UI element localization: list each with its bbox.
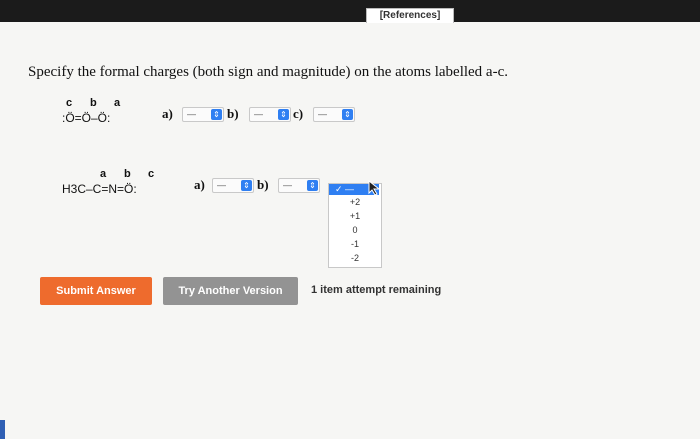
chevron-updown-icon: ⇕ xyxy=(211,109,222,120)
row2-select-a-value: — xyxy=(217,180,226,190)
row1-label-a: a) xyxy=(162,106,173,121)
chevron-updown-icon: ⇕ xyxy=(307,180,318,191)
chevron-updown-icon: ⇕ xyxy=(241,180,252,191)
question-text: Specify the formal charges (both sign an… xyxy=(28,64,508,80)
atom-label-c: c xyxy=(148,168,155,180)
dropdown-option[interactable]: -2 xyxy=(329,253,381,263)
atom-label-c: c xyxy=(66,97,73,109)
row1-label-b: b) xyxy=(227,106,239,121)
row1-select-c-value: — xyxy=(318,109,327,119)
chevron-updown-icon: ⇕ xyxy=(278,109,289,120)
page: [References] Specify the formal charges … xyxy=(0,0,700,439)
molecule-2-formula: H3C–C=N=Ö: xyxy=(62,182,137,196)
atom-label-b: b xyxy=(90,97,97,109)
atom-label-a: a xyxy=(114,97,121,109)
molecule-1-formula: :Ö=Ö–Ö: xyxy=(62,111,111,125)
attempts-remaining-text: 1 item attempt remaining xyxy=(311,284,442,296)
references-tab[interactable]: [References] xyxy=(366,8,454,23)
top-bar: [References] xyxy=(0,0,700,23)
atom-label-a: a xyxy=(100,168,107,180)
row1-select-b-value: — xyxy=(254,109,263,119)
chevron-updown-icon: ⇕ xyxy=(342,109,353,120)
row2-label-a: a) xyxy=(194,177,205,192)
sidebar-edge xyxy=(0,420,5,439)
try-another-version-button[interactable]: Try Another Version xyxy=(163,277,298,305)
row1-select-c[interactable]: — ⇕ xyxy=(313,107,355,122)
row2-label-b: b) xyxy=(257,177,269,192)
dropdown-option[interactable]: +2 xyxy=(329,197,381,207)
row2-select-b[interactable]: — ⇕ xyxy=(278,178,320,193)
row2-select-b-value: — xyxy=(283,180,292,190)
row1-label-c: c) xyxy=(293,106,304,121)
row1-select-b[interactable]: — ⇕ xyxy=(249,107,291,122)
dropdown-option[interactable]: +1 xyxy=(329,211,381,221)
dropdown-option[interactable]: -1 xyxy=(329,239,381,249)
row1-select-a[interactable]: — ⇕ xyxy=(182,107,224,122)
atom-label-b: b xyxy=(124,168,131,180)
dropdown-option[interactable]: 0 xyxy=(329,225,381,235)
submit-answer-button[interactable]: Submit Answer xyxy=(40,277,152,305)
row1-select-a-value: — xyxy=(187,109,196,119)
mouse-pointer-icon xyxy=(368,180,381,196)
row2-select-a[interactable]: — ⇕ xyxy=(212,178,254,193)
